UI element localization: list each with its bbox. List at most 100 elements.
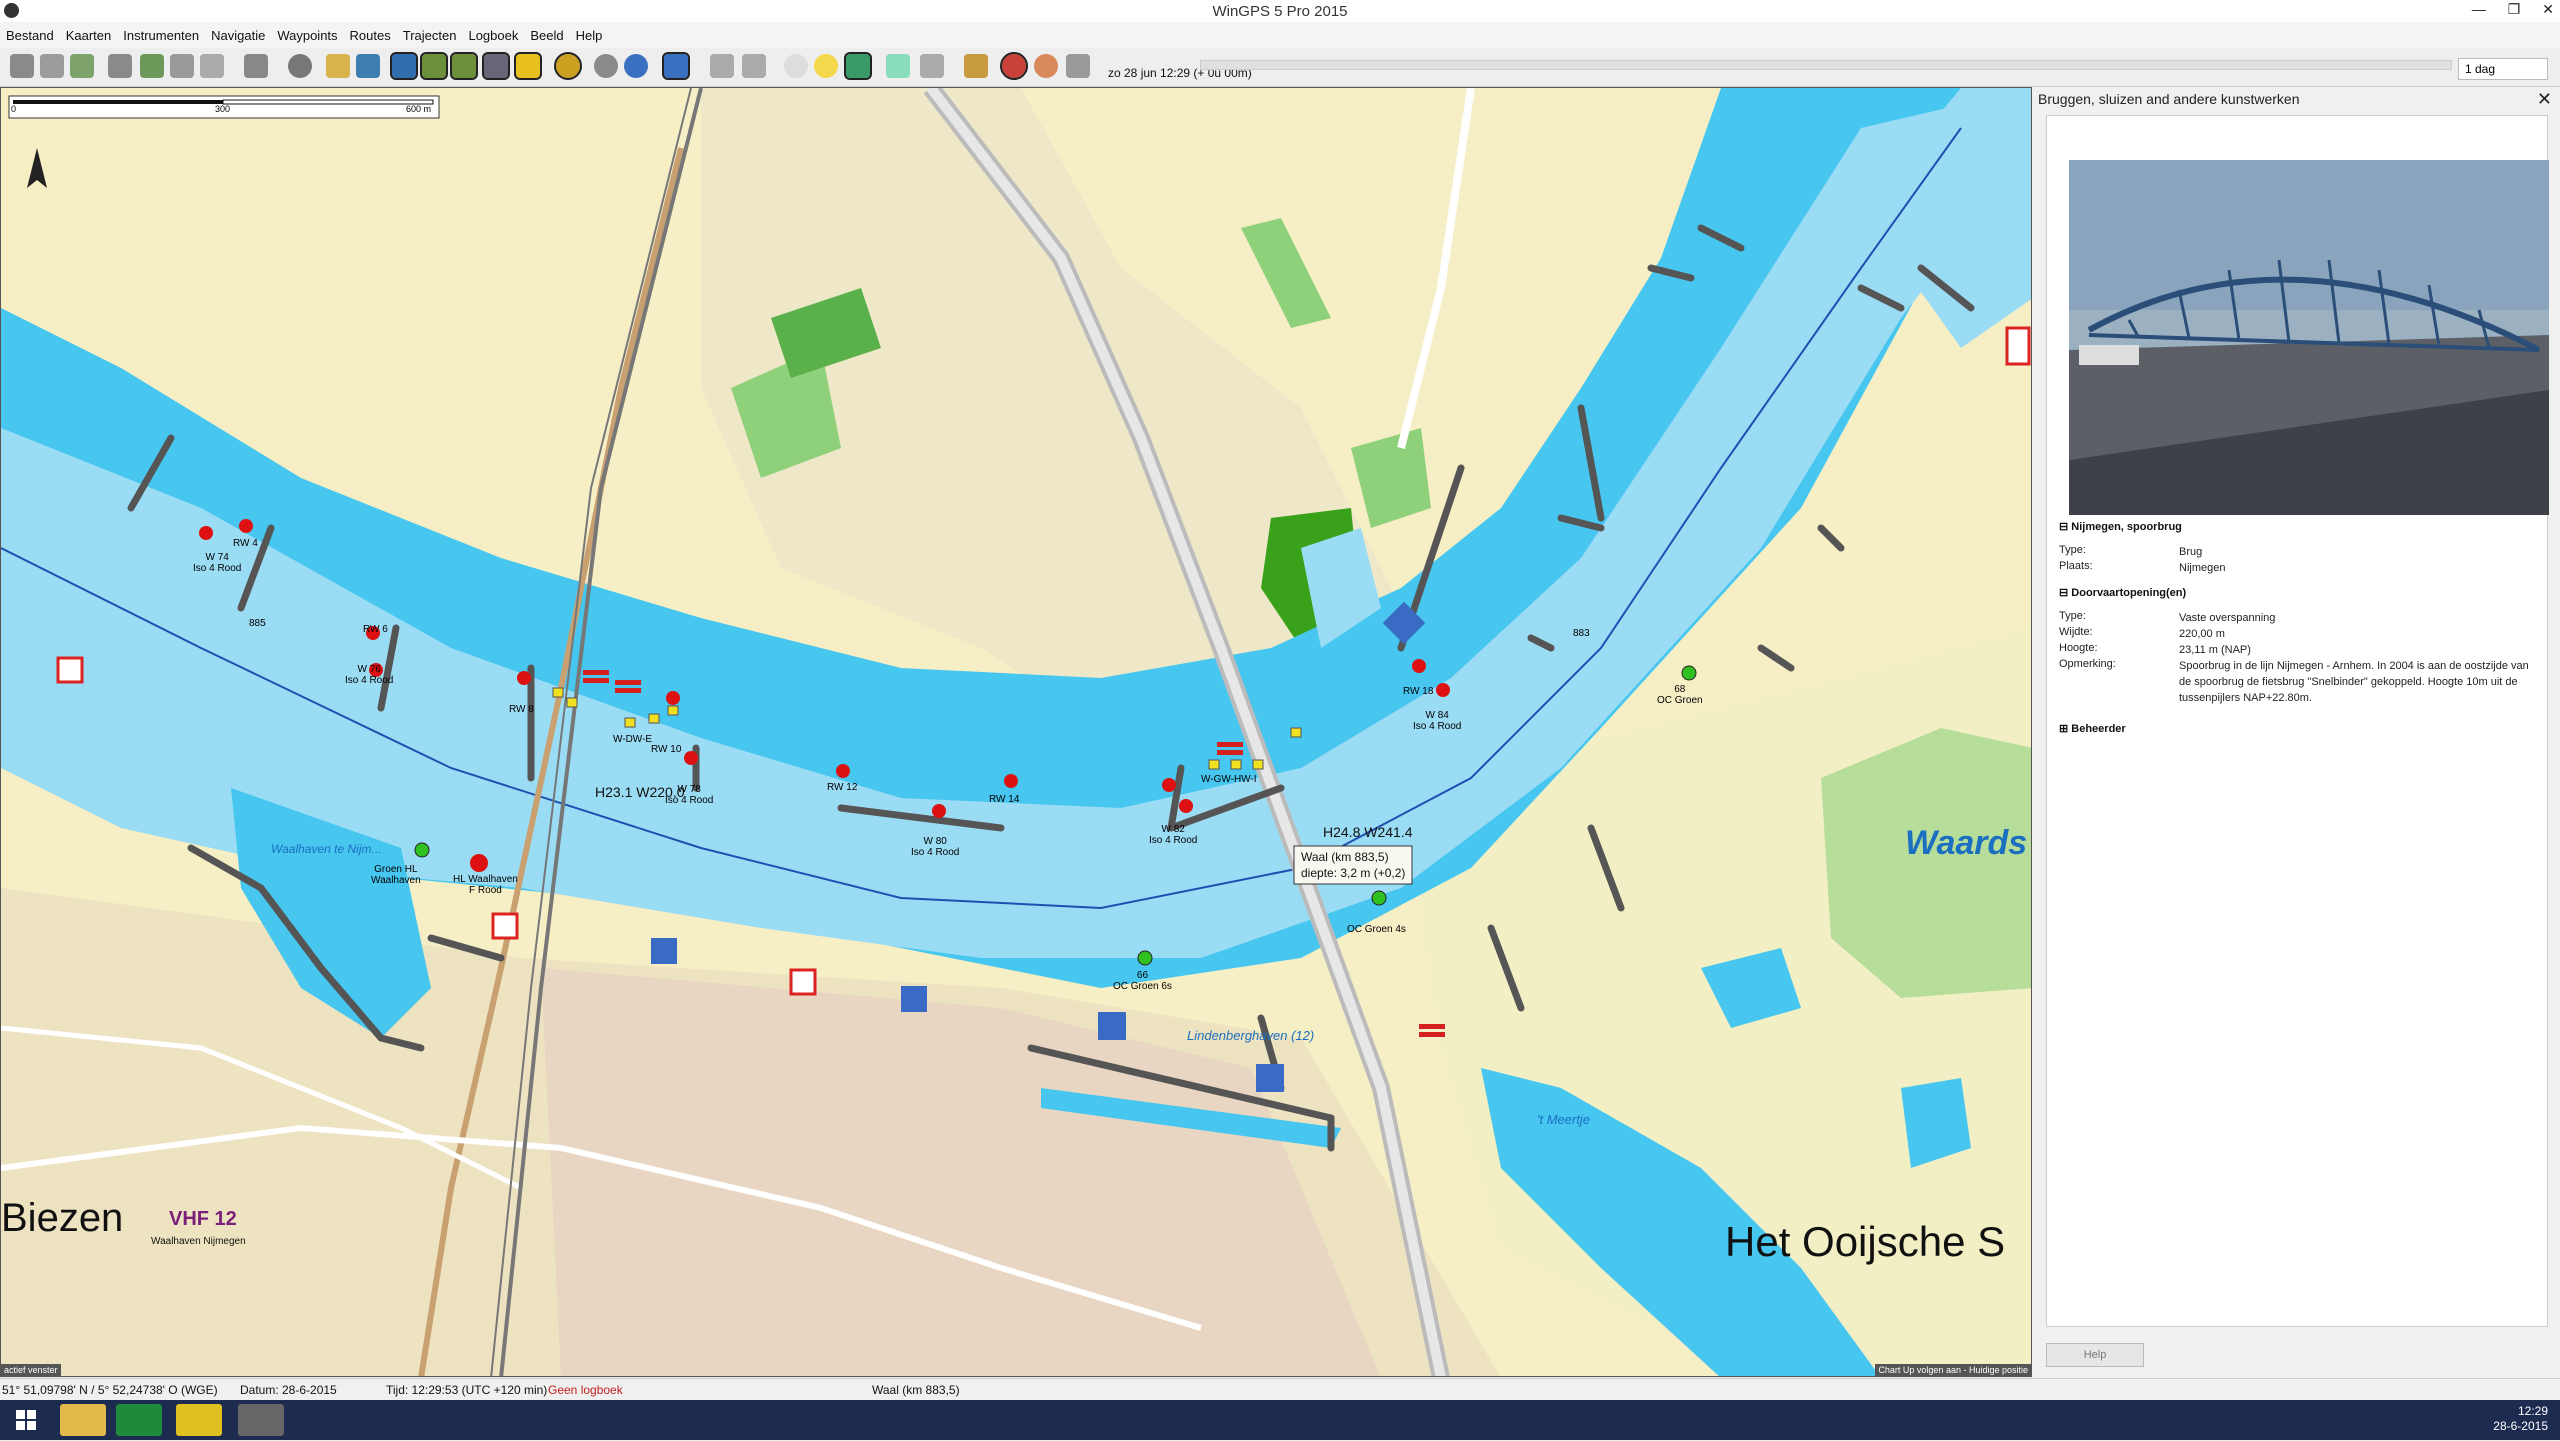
start-icon[interactable] [4, 1404, 50, 1436]
logbook-icon[interactable] [964, 54, 988, 78]
menu-bar: Bestand Kaarten Instrumenten Navigatie W… [0, 22, 2560, 48]
bridge-photo [2069, 160, 2549, 515]
menu-waypoints[interactable]: Waypoints [277, 28, 337, 43]
light-on-icon[interactable] [814, 54, 838, 78]
menu-help[interactable]: Help [576, 28, 603, 43]
buoy-label[interactable]: RW 12 [827, 782, 857, 793]
bridge-layer-icon[interactable] [420, 52, 448, 80]
menu-bestand[interactable]: Bestand [6, 28, 54, 43]
help-icon[interactable] [624, 54, 648, 78]
status-time: Tijd: 12:29:53 (UTC +120 min) [386, 1383, 548, 1397]
measure-icon[interactable] [108, 54, 132, 78]
buoy-label[interactable]: W 82 Iso 4 Rood [1149, 824, 1197, 846]
menu-kaarten[interactable]: Kaarten [66, 28, 112, 43]
harbour-label-lindenberg: Lindenberghaven (12) [1187, 1028, 1315, 1043]
menu-navigatie[interactable]: Navigatie [211, 28, 265, 43]
scale-tick-600: 600 m [406, 104, 432, 114]
clock-icon[interactable] [1000, 52, 1028, 80]
buoy-label[interactable]: W-DW-E [613, 734, 652, 745]
buoy-label[interactable]: W 84 Iso 4 Rood [1413, 710, 1461, 732]
gps-icon[interactable] [844, 52, 872, 80]
buoy-label[interactable]: RW 4 [233, 538, 258, 549]
day-select[interactable]: 1 dag [2458, 58, 2548, 80]
buoy-label[interactable]: RW 18 [1403, 686, 1433, 697]
menu-instrumenten[interactable]: Instrumenten [123, 28, 199, 43]
app-icon[interactable] [176, 1404, 222, 1436]
restore-icon[interactable]: ❐ [2508, 1, 2521, 18]
bridge-clearance-label: H24.8 W241.4 [1323, 824, 1413, 840]
status-coords: 51° 51,09798' N / 5° 52,24738' O (WGE) [2, 1383, 218, 1397]
warning-icon[interactable] [514, 52, 542, 80]
print-icon[interactable] [244, 54, 268, 78]
place-label-waards: Waards [1905, 824, 2028, 862]
zoom-out-icon[interactable] [742, 54, 766, 78]
buoy-label[interactable]: 68 OC Groen [1657, 684, 1703, 706]
map-canvas[interactable] [1, 88, 2032, 1377]
window-title: WinGPS 5 Pro 2015 [1212, 3, 1348, 20]
status-location: Waal (km 883,5) [872, 1383, 960, 1397]
section-bridge[interactable]: ⊟ Nijmegen, spoorbrug [2059, 520, 2182, 533]
window-layout-icon[interactable] [920, 54, 944, 78]
buoy-label[interactable]: W 74 Iso 4 Rood [193, 552, 241, 574]
timer-icon[interactable] [1034, 54, 1058, 78]
tide-icon[interactable] [326, 54, 350, 78]
globe-icon[interactable] [288, 54, 312, 78]
buoy-label[interactable]: HL Waalhaven F Rood [453, 874, 518, 896]
buoy-label[interactable]: W 78 Iso 4 Rood [665, 784, 713, 806]
buoy-label[interactable]: W 76 Iso 4 Rood [345, 664, 393, 686]
sidebar-title: Bruggen, sluizen and andere kunstwerken [2038, 91, 2300, 107]
chart-map[interactable]: 0 300 600 m Biezen VHF 12 Waalhaven Nijm… [0, 87, 2032, 1377]
chart-update-icon[interactable] [70, 54, 94, 78]
buoy-label[interactable]: 66 OC Groen 6s [1113, 970, 1172, 992]
buoy-label[interactable]: OC Groen 4s [1347, 924, 1406, 935]
people-icon[interactable] [1066, 54, 1090, 78]
time-slider[interactable] [1200, 60, 2452, 70]
buoy-label[interactable]: RW 10 [651, 744, 681, 755]
excel-icon[interactable] [116, 1404, 162, 1436]
zoom-in-icon[interactable] [710, 54, 734, 78]
chart-set-icon[interactable] [40, 54, 64, 78]
buoy-label[interactable]: Groen HL Waalhaven [371, 864, 421, 886]
track-icon[interactable] [170, 54, 194, 78]
waypoint-icon[interactable] [200, 54, 224, 78]
help-button[interactable]: Help [2046, 1343, 2144, 1367]
place-label-meertje: 't Meertje [1537, 1112, 1591, 1127]
section-passage[interactable]: ⊟ Doorvaartopening(en) [2059, 586, 2186, 599]
instrument-icon[interactable] [886, 54, 910, 78]
file-explorer-icon[interactable] [60, 1404, 106, 1436]
depth-tooltip-value: diepte: 3,2 m (+0,2) [1301, 866, 1406, 880]
menu-trajecten[interactable]: Trajecten [403, 28, 457, 43]
harbour-layer-icon[interactable] [482, 52, 510, 80]
title-bar: WinGPS 5 Pro 2015 — ❐ ✕ [0, 0, 2560, 23]
section-manager[interactable]: ⊞ Beheerder [2059, 722, 2126, 735]
close-icon[interactable]: ✕ [2542, 1, 2554, 18]
km-mark: 883 [1573, 628, 1590, 639]
layer-icon[interactable] [390, 52, 418, 80]
system-clock[interactable]: 12:29 28-6-2015 [2493, 1404, 2548, 1434]
buoy-layer-icon[interactable] [450, 52, 478, 80]
chart-mode-status: Chart Up volgen aan - Huidige positie [1875, 1364, 2031, 1376]
buoy-label[interactable]: W 80 Iso 4 Rood [911, 836, 959, 858]
km-mark: 885 [249, 618, 266, 629]
status-logbook[interactable]: Geen logboek [548, 1383, 623, 1397]
menu-beeld[interactable]: Beeld [530, 28, 563, 43]
menu-routes[interactable]: Routes [350, 28, 391, 43]
menu-logboek[interactable]: Logboek [468, 28, 518, 43]
compass-icon[interactable] [554, 52, 582, 80]
current-icon[interactable] [356, 54, 380, 78]
buoy-label[interactable]: RW 6 [363, 624, 388, 635]
buoy-label[interactable]: RW 14 [989, 794, 1019, 805]
pan-icon[interactable] [662, 52, 690, 80]
harbour-label-waalhaven: Waalhaven te Nijm... [271, 842, 382, 856]
minimize-icon[interactable]: — [2472, 1, 2486, 18]
light-off-icon[interactable] [784, 54, 808, 78]
taskbar: 12:29 28-6-2015 [0, 1400, 2560, 1440]
chart-icon[interactable] [10, 54, 34, 78]
close-icon[interactable]: ✕ [2537, 89, 2552, 110]
search-icon[interactable] [594, 54, 618, 78]
buoy-label[interactable]: W-GW-HW-I [1201, 774, 1257, 785]
vhf-label: VHF 12 [169, 1208, 237, 1230]
buoy-label[interactable]: RW 8 [509, 704, 534, 715]
wingps-icon[interactable] [238, 1404, 284, 1436]
route-icon[interactable] [140, 54, 164, 78]
